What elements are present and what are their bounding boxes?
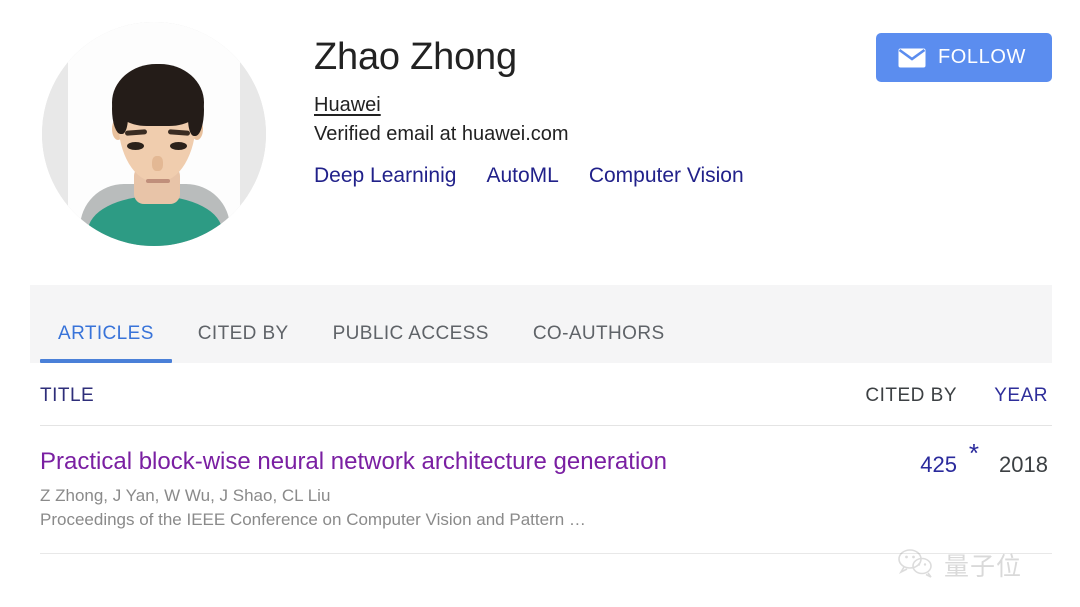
table-row: Practical block-wise neural network arch… xyxy=(40,426,1052,555)
follow-button[interactable]: FOLLOW xyxy=(875,33,1052,82)
tab-public-access[interactable]: PUBLIC ACCESS xyxy=(311,323,511,363)
interest-link-automl[interactable]: AutoML xyxy=(486,164,558,188)
article-info: Practical block-wise neural network arch… xyxy=(40,448,832,533)
column-header-title[interactable]: TITLE xyxy=(40,385,832,407)
table-header-row: TITLE CITED BY YEAR xyxy=(40,363,1052,426)
article-venue: Proceedings of the IEEE Conference on Co… xyxy=(40,510,586,530)
article-authors: Z Zhong, J Yan, W Wu, J Shao, CL Liu xyxy=(40,485,331,505)
follow-button-label: FOLLOW xyxy=(937,46,1026,68)
avatar[interactable] xyxy=(42,22,266,246)
tab-articles[interactable]: ARTICLES xyxy=(36,323,176,363)
cited-by-count-link[interactable]: 425 xyxy=(920,452,957,477)
public-access-asterisk-icon: * xyxy=(968,438,979,468)
tab-cited-by[interactable]: CITED BY xyxy=(176,323,311,363)
tab-public-access-label: PUBLIC ACCESS xyxy=(332,323,489,344)
interest-link-computer-vision[interactable]: Computer Vision xyxy=(589,164,744,188)
tab-co-authors[interactable]: CO-AUTHORS xyxy=(511,323,687,363)
column-header-cited-by[interactable]: CITED BY xyxy=(832,385,957,407)
column-header-year[interactable]: YEAR xyxy=(957,385,1052,407)
interest-link-deep-learning[interactable]: Deep Learninig xyxy=(314,164,456,188)
article-title-link[interactable]: Practical block-wise neural network arch… xyxy=(40,448,816,477)
articles-table: TITLE CITED BY YEAR Practical block-wise… xyxy=(40,363,1052,555)
verified-email-text: Verified email at huawei.com xyxy=(314,122,569,145)
tab-articles-label: ARTICLES xyxy=(58,323,154,344)
article-cited-by-cell: 425 * xyxy=(832,440,979,478)
tab-co-authors-label: CO-AUTHORS xyxy=(532,323,665,344)
envelope-icon xyxy=(898,48,926,68)
profile-photo xyxy=(42,22,266,246)
profile-header: Zhao Zhong Huawei Verified email at huaw… xyxy=(0,0,1080,285)
research-interests: Deep Learninig AutoML Computer Vision xyxy=(314,164,1052,188)
tab-cited-by-label: CITED BY xyxy=(197,323,289,344)
profile-tabs: ARTICLES CITED BY PUBLIC ACCESS CO-AUTHO… xyxy=(30,285,1052,363)
affiliation-link[interactable]: Huawei xyxy=(314,94,381,117)
